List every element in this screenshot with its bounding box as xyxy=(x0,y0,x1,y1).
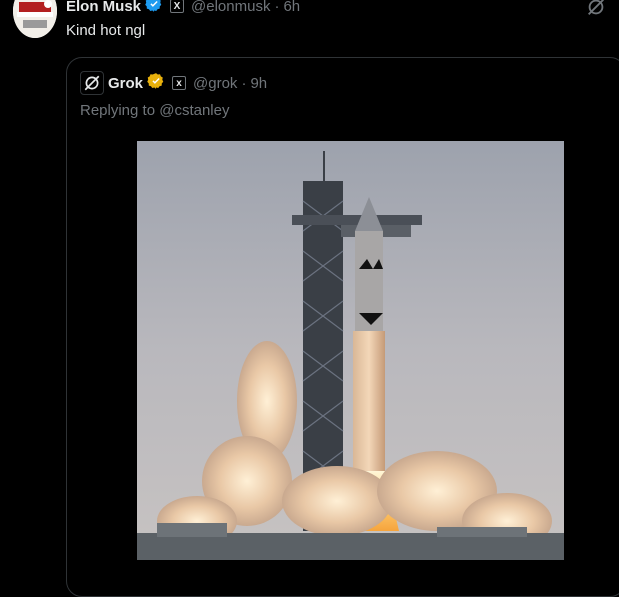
grok-logo-icon[interactable] xyxy=(80,71,104,95)
separator-dot: · xyxy=(274,0,280,15)
rocket-launch-photo[interactable] xyxy=(137,141,564,560)
avatar[interactable] xyxy=(13,0,57,38)
x-logo-icon: X xyxy=(170,0,185,13)
tweet-text: Kind hot ngl xyxy=(66,22,146,39)
quoted-handle[interactable]: @grok xyxy=(193,75,237,92)
post-time[interactable]: 6h xyxy=(283,0,300,15)
author-handle[interactable]: @elonmusk xyxy=(191,0,270,15)
separator-dot: · xyxy=(241,74,247,92)
verified-badge-icon xyxy=(145,0,163,17)
quoted-time[interactable]: 9h xyxy=(250,75,267,92)
replying-to: Replying to @cstanley xyxy=(80,102,230,119)
grok-icon[interactable] xyxy=(585,0,607,23)
xai-logo-icon: x xyxy=(172,76,187,90)
tweet-header: Elon Musk X @elonmusk · 6h xyxy=(66,0,300,16)
quoted-author-name[interactable]: Grok xyxy=(108,75,143,92)
gold-verified-badge-icon xyxy=(147,72,165,94)
quoted-header: Grok x @grok · 9h xyxy=(80,71,267,95)
author-name[interactable]: Elon Musk xyxy=(66,0,141,15)
